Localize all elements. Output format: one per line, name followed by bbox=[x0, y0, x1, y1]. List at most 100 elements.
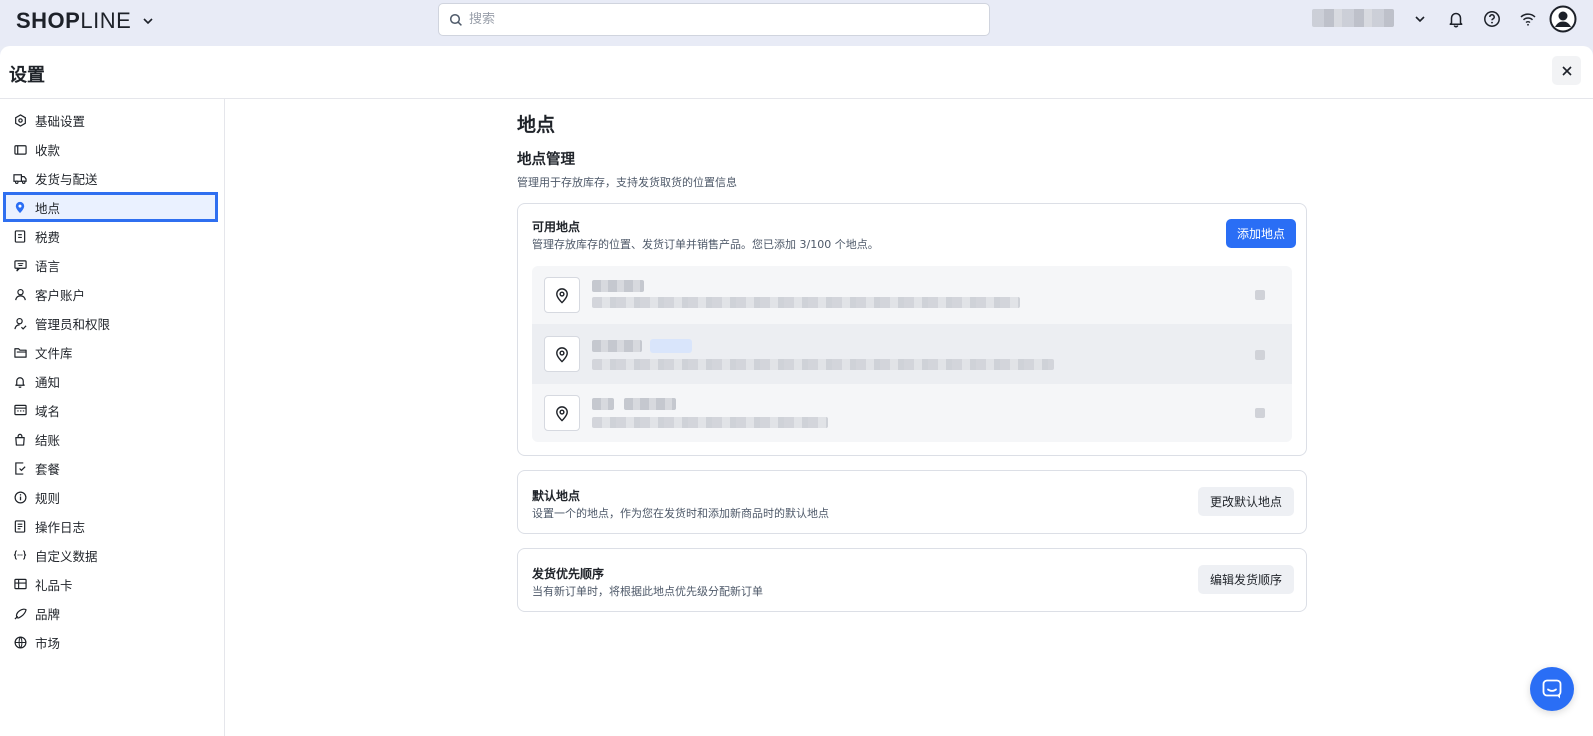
folder-icon bbox=[13, 345, 27, 359]
store-switcher[interactable]: SHOPLINE bbox=[16, 8, 155, 34]
location-list bbox=[532, 266, 1292, 442]
sidebar-item-label: 操作日志 bbox=[35, 519, 86, 535]
add-location-button[interactable]: 添加地点 bbox=[1226, 219, 1296, 248]
sidebar-item-markets[interactable]: 市场 bbox=[5, 629, 216, 655]
sidebar-item-label: 语言 bbox=[35, 258, 61, 274]
close-button[interactable] bbox=[1552, 56, 1581, 85]
location-item[interactable] bbox=[532, 266, 1292, 324]
top-bar: SHOPLINE bbox=[0, 0, 1593, 46]
sidebar-item-label: 收款 bbox=[35, 142, 61, 158]
sidebar-item-label: 规则 bbox=[35, 490, 61, 506]
sidebar-item-label: 地点 bbox=[35, 200, 61, 216]
available-locations-card: 可用地点 管理存放库存的位置、发货订单并销售产品。您已添加 3/100 个地点。… bbox=[517, 203, 1307, 456]
account-name-redacted[interactable] bbox=[1312, 9, 1394, 27]
help-icon[interactable] bbox=[1481, 8, 1503, 30]
truck-icon bbox=[13, 171, 27, 185]
section-title: 地点管理 bbox=[517, 152, 575, 168]
info-icon bbox=[13, 490, 27, 504]
sidebar-item-checkout[interactable]: 结账 bbox=[5, 426, 216, 452]
redacted-location-address bbox=[592, 359, 1054, 370]
sidebar-item-label: 结账 bbox=[35, 432, 61, 448]
search-input[interactable] bbox=[469, 12, 969, 27]
globe-icon bbox=[13, 635, 27, 649]
user-icon bbox=[13, 287, 27, 301]
sidebar-item-label: 基础设置 bbox=[35, 113, 86, 129]
location-pin-icon bbox=[544, 336, 580, 372]
search-bar[interactable] bbox=[438, 3, 990, 36]
redacted-status bbox=[1255, 408, 1265, 418]
sidebar-item-locations[interactable]: 地点 bbox=[3, 192, 218, 222]
sidebar-item-label: 税费 bbox=[35, 229, 61, 245]
location-pin-icon bbox=[544, 395, 580, 431]
sidebar-item-admins-permissions[interactable]: 管理员和权限 bbox=[5, 310, 216, 336]
sidebar-item-languages[interactable]: 语言 bbox=[5, 252, 216, 278]
card-title: 发货优先顺序 bbox=[532, 567, 605, 581]
sidebar-item-label: 发货与配送 bbox=[35, 171, 98, 187]
sidebar-item-notifications[interactable]: 通知 bbox=[5, 368, 216, 394]
edit-fulfillment-order-button[interactable]: 编辑发货顺序 bbox=[1198, 565, 1294, 594]
chat-icon bbox=[1542, 679, 1562, 699]
sidebar-item-label: 通知 bbox=[35, 374, 61, 390]
logo: SHOPLINE bbox=[16, 8, 132, 33]
location-item[interactable] bbox=[532, 324, 1292, 384]
code-brackets-icon bbox=[13, 548, 27, 562]
card-title: 可用地点 bbox=[532, 220, 581, 234]
wifi-icon[interactable] bbox=[1517, 8, 1539, 30]
panel-header: 设置 bbox=[0, 46, 1593, 99]
avatar-icon[interactable] bbox=[1549, 5, 1577, 33]
location-item[interactable] bbox=[532, 384, 1292, 442]
sidebar-item-label: 市场 bbox=[35, 635, 61, 651]
sidebar-item-payments[interactable]: 收款 bbox=[5, 136, 216, 162]
redacted-status bbox=[1255, 290, 1265, 300]
settings-sidebar: 基础设置 收款 发货与配送 地点 税费 语言 客户账户 管理员和权限 文件库 通… bbox=[0, 99, 225, 736]
bell-icon bbox=[13, 374, 27, 388]
account-chevron-down-icon[interactable] bbox=[1409, 8, 1431, 30]
redacted-location-address bbox=[592, 297, 1020, 308]
chat-support-button[interactable] bbox=[1530, 667, 1574, 711]
bell-icon[interactable] bbox=[1445, 8, 1467, 30]
sidebar-item-taxes[interactable]: 税费 bbox=[5, 223, 216, 249]
redacted-location-address bbox=[592, 417, 828, 428]
user-permission-icon bbox=[13, 316, 27, 330]
redacted-location-name bbox=[592, 280, 644, 292]
sidebar-item-policies[interactable]: 规则 bbox=[5, 484, 216, 510]
sidebar-item-label: 品牌 bbox=[35, 606, 61, 622]
chevron-down-icon bbox=[143, 18, 153, 25]
gift-card-icon bbox=[13, 577, 27, 591]
log-icon bbox=[13, 519, 27, 533]
close-icon bbox=[1561, 65, 1572, 76]
content-title: 地点 bbox=[517, 114, 556, 136]
sidebar-item-customer-accounts[interactable]: 客户账户 bbox=[5, 281, 216, 307]
sidebar-item-label: 套餐 bbox=[35, 461, 61, 477]
sidebar-item-shipping[interactable]: 发货与配送 bbox=[5, 165, 216, 191]
redacted-status bbox=[1255, 350, 1265, 360]
sidebar-item-brand[interactable]: 品牌 bbox=[5, 600, 216, 626]
card-description: 当有新订单时，将根据此地点优先级分配新订单 bbox=[532, 585, 763, 598]
sidebar-item-activity-log[interactable]: 操作日志 bbox=[5, 513, 216, 539]
location-pin-icon bbox=[13, 200, 27, 214]
card-description: 管理存放库存的位置、发货订单并销售产品。您已添加 3/100 个地点。 bbox=[532, 238, 879, 251]
sidebar-item-basic-settings[interactable]: 基础设置 bbox=[5, 107, 216, 133]
change-default-location-button[interactable]: 更改默认地点 bbox=[1198, 487, 1294, 516]
fulfillment-priority-card: 发货优先顺序 当有新订单时，将根据此地点优先级分配新订单 编辑发货顺序 bbox=[517, 548, 1307, 612]
location-pin-icon bbox=[544, 277, 580, 313]
plan-icon bbox=[13, 461, 27, 475]
shopping-bag-icon bbox=[13, 432, 27, 446]
tax-receipt-icon bbox=[13, 229, 27, 243]
sidebar-item-files[interactable]: 文件库 bbox=[5, 339, 216, 365]
sidebar-item-label: 自定义数据 bbox=[35, 548, 98, 564]
sidebar-item-custom-data[interactable]: 自定义数据 bbox=[5, 542, 216, 568]
sidebar-item-plans[interactable]: 套餐 bbox=[5, 455, 216, 481]
search-icon bbox=[449, 13, 462, 26]
sidebar-item-domains[interactable]: 域名 bbox=[5, 397, 216, 423]
settings-panel: 设置 基础设置 收款 发货与配送 地点 税费 语言 客户账户 管理员和权限 文件… bbox=[0, 46, 1593, 736]
brand-icon bbox=[13, 606, 27, 620]
sidebar-item-label: 礼品卡 bbox=[35, 577, 73, 593]
sidebar-item-gift-cards[interactable]: 礼品卡 bbox=[5, 571, 216, 597]
redacted-location-name bbox=[592, 340, 642, 352]
sidebar-item-label: 管理员和权限 bbox=[35, 316, 111, 332]
sidebar-item-label: 域名 bbox=[35, 403, 61, 419]
language-icon bbox=[13, 258, 27, 272]
sidebar-item-label: 客户账户 bbox=[35, 287, 86, 303]
wallet-icon bbox=[13, 142, 27, 156]
